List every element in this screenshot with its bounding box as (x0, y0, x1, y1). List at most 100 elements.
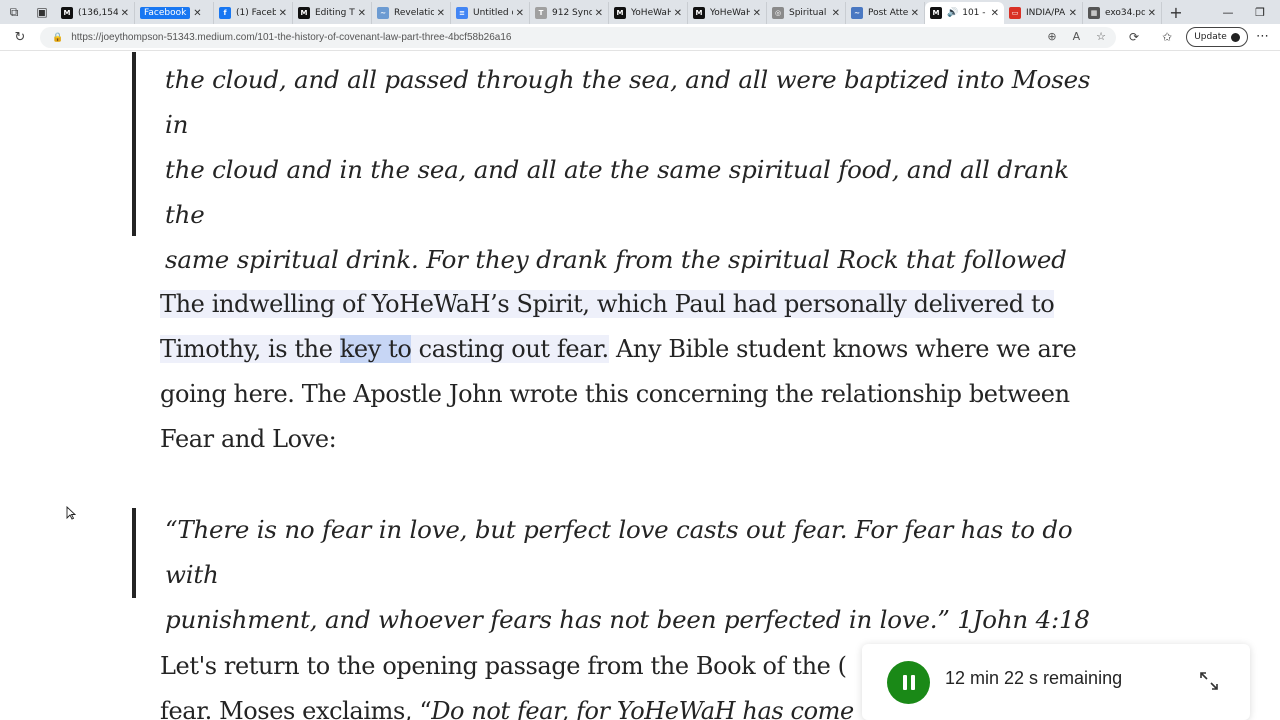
tab-favicon-icon: ~ (851, 7, 863, 19)
quote-line: punishment, and whoever fears has not be… (165, 605, 1090, 634)
tab-label: YoHeWaH (710, 8, 750, 18)
tab-label: YoHeWaH (631, 8, 671, 18)
mouse-cursor-icon (66, 506, 76, 520)
quote-line: the cloud and in the sea, and all ate th… (165, 155, 1069, 229)
tab-close-icon[interactable]: ✕ (1069, 8, 1077, 19)
paragraph-text: going here. The Apostle John wrote this … (160, 380, 1070, 408)
browser-tab[interactable]: Facebook ✕ (135, 2, 214, 24)
highlighted-text[interactable]: Timothy, is the (160, 335, 340, 363)
tab-label: Editing Th (315, 8, 355, 18)
tab-close-icon[interactable]: ✕ (121, 8, 129, 19)
browser-tab[interactable]: M YoHeWaH ✕ (609, 2, 688, 24)
audio-player: 12 min 22 s remaining (862, 644, 1250, 720)
browser-tab[interactable]: ≡ Untitled d✕ (451, 2, 530, 24)
tab-favicon-icon: M (298, 7, 310, 19)
tab-label: Post Atter (868, 8, 908, 18)
tab-favicon-icon: T (535, 7, 547, 19)
highlighted-text[interactable]: casting out fear. (411, 335, 609, 363)
browser-tab[interactable]: ~ Post Atter ✕ (846, 2, 925, 24)
tab-close-icon[interactable]: ✕ (911, 8, 919, 19)
browser-tab[interactable]: ▭ INDIA/PA ✕ (1004, 2, 1083, 24)
blockquote-bar (132, 52, 136, 236)
url-text: https://joeythompson-51343.medium.com/10… (71, 32, 512, 43)
paragraph-text: Fear and Love: (160, 425, 337, 453)
tab-label: (1) Facebo (236, 8, 276, 18)
more-menu-icon[interactable]: ⋯ (1256, 29, 1269, 44)
tab-label: INDIA/PA (1026, 8, 1066, 18)
tab-favicon-icon: ▦ (1088, 7, 1100, 19)
tab-label: Revelation (394, 8, 434, 18)
favorite-star-icon[interactable]: ☆ (1096, 30, 1106, 43)
tab-close-icon[interactable]: ✕ (516, 8, 524, 19)
lock-icon: 🔒 (52, 32, 64, 43)
new-tab-button[interactable]: + (1162, 0, 1190, 24)
tab-favicon-icon: M (930, 7, 942, 19)
extensions-icon[interactable]: ⟳ (1129, 30, 1139, 44)
pause-button[interactable] (887, 661, 930, 704)
tab-close-icon[interactable]: ✕ (193, 8, 201, 19)
tab-close-icon[interactable]: ✕ (991, 8, 999, 19)
tab-label: (136,154 u (78, 8, 118, 18)
quote-line: the cloud, and all passed through the se… (165, 65, 1091, 139)
tab-close-icon[interactable]: ✕ (358, 8, 366, 19)
tab-favicon-icon: ≡ (456, 7, 468, 19)
blockquote-bar (132, 508, 136, 598)
tab-favicon-icon: ◎ (772, 7, 784, 19)
browser-tab[interactable]: ◎ Spiritual S✕ (767, 2, 846, 24)
browser-tab[interactable]: M YoHeWaH ✕ (688, 2, 767, 24)
browser-tab[interactable]: M 🔊 101 - ✕ (925, 2, 1004, 24)
favorites-icon[interactable]: ✩ (1162, 30, 1172, 44)
refresh-icon[interactable]: ↻ (6, 25, 34, 49)
tab-label: 912 Synop (552, 8, 592, 18)
tab-close-icon[interactable]: ✕ (595, 8, 603, 19)
paragraph-text: fear. Moses exclaims, “ (160, 697, 432, 720)
tab-close-icon[interactable]: ✕ (753, 8, 761, 19)
blockquote-2: “There is no fear in love, but perfect l… (165, 507, 1115, 642)
tab-close-icon[interactable]: ✕ (279, 8, 287, 19)
browser-tab[interactable]: M Editing Th✕ (293, 2, 372, 24)
tab-label: exo34.pdf (1105, 8, 1145, 18)
tab-label: Untitled d (473, 8, 513, 18)
update-button[interactable]: Update (1186, 27, 1248, 47)
tab-label: Facebook (140, 7, 191, 19)
highlighted-text[interactable]: The indwelling of YoHeWaH’s Spirit, whic… (160, 290, 1055, 318)
browser-tab[interactable]: T 912 Synop✕ (530, 2, 609, 24)
read-aloud-icon[interactable]: A (1073, 30, 1081, 43)
workspaces-icon[interactable]: ⧉ (0, 0, 28, 24)
tab-close-icon[interactable]: ✕ (1148, 8, 1156, 19)
tab-favicon-icon: ▭ (1009, 7, 1021, 19)
tab-strip: ⧉ ▣ M(136,154 u✕Facebook✕f(1) Facebo✕MEd… (0, 0, 1280, 24)
zoom-icon[interactable]: ⊕ (1047, 30, 1056, 43)
tab-favicon-icon: M (614, 7, 626, 19)
tab-close-icon[interactable]: ✕ (674, 8, 682, 19)
tab-favicon-icon: M (693, 7, 705, 19)
selected-text[interactable]: key to (339, 335, 412, 363)
time-remaining: 12 min 22 s remaining (945, 668, 1123, 688)
address-bar[interactable]: 🔒 https://joeythompson-51343.medium.com/… (40, 27, 1116, 48)
article-body: the cloud, and all passed through the se… (0, 52, 1280, 720)
browser-tab[interactable]: f (1) Facebo✕ (214, 2, 293, 24)
tab-favicon-icon: f (219, 7, 231, 19)
paragraph-text: Any Bible student knows where we are (608, 335, 1077, 363)
quote-line: same spiritual drink. For they drank fro… (165, 245, 1067, 274)
pause-icon (902, 675, 907, 690)
tab-label: 101 - (962, 8, 986, 18)
paragraph-1: The indwelling of YoHeWaH’s Spirit, whic… (160, 282, 1120, 462)
tab-close-icon[interactable]: ✕ (437, 8, 445, 19)
tab-list: M(136,154 u✕Facebook✕f(1) Facebo✕MEditin… (56, 0, 1162, 24)
browser-tab[interactable]: M (136,154 u✕ (56, 2, 135, 24)
paragraph-italic-text: Do not fear, for YoHeWaH has come (431, 697, 854, 720)
tab-close-icon[interactable]: ✕ (832, 8, 840, 19)
tab-audio-icon[interactable]: 🔊 (947, 8, 958, 18)
minimize-button[interactable]: — (1212, 0, 1244, 24)
restore-button[interactable]: ❐ (1244, 0, 1276, 24)
browser-tab[interactable]: ▦ exo34.pdf✕ (1083, 2, 1162, 24)
tab-favicon-icon: M (61, 7, 73, 19)
browser-tab[interactable]: ~ Revelation✕ (372, 2, 451, 24)
tab-label: Spiritual S (789, 8, 829, 18)
quote-line: “There is no fear in love, but perfect l… (165, 515, 1073, 589)
tab-favicon-icon: ~ (377, 7, 389, 19)
profile-avatar-icon (1230, 32, 1240, 42)
expand-icon[interactable] (1198, 670, 1220, 692)
tab-actions-icon[interactable]: ▣ (28, 0, 56, 24)
